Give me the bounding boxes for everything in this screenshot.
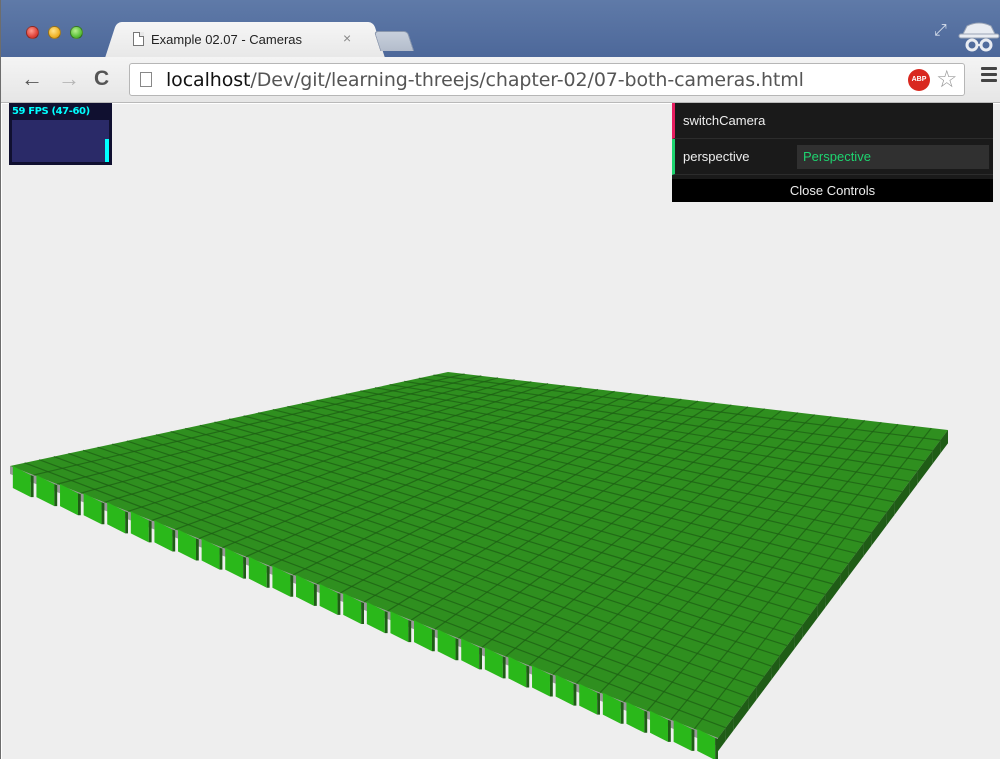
fps-text: 59 FPS (47-60) xyxy=(12,106,90,117)
switch-camera-label: switchCamera xyxy=(683,113,766,128)
cube-side-face xyxy=(172,529,176,552)
address-bar[interactable]: localhost/Dev/git/learning-threejs/chapt… xyxy=(129,63,965,96)
cube-side-face xyxy=(620,701,624,724)
fps-stats-panel[interactable]: 59 FPS (47-60) xyxy=(9,103,112,165)
fps-graph-bar xyxy=(105,139,109,162)
cube-side-face xyxy=(479,647,482,670)
cube-side-face xyxy=(667,719,671,742)
cube-side-face xyxy=(431,629,435,652)
perspective-control: perspective Perspective xyxy=(672,139,993,175)
page-info-icon[interactable] xyxy=(140,72,152,87)
back-button[interactable]: ← xyxy=(21,66,43,92)
page-icon xyxy=(133,32,144,46)
cube-side-face xyxy=(30,475,34,498)
tab-active[interactable]: Example 02.07 - Cameras × xyxy=(119,22,371,57)
cube-side-face xyxy=(337,592,341,615)
forward-button[interactable]: → xyxy=(58,66,80,92)
url-path: /Dev/git/learning-threejs/chapter-02/07-… xyxy=(250,69,804,91)
close-controls-button[interactable]: Close Controls xyxy=(672,179,993,202)
cube-side-face xyxy=(502,656,506,679)
cube-side-face xyxy=(691,728,695,751)
new-tab-button[interactable] xyxy=(373,31,415,51)
reload-button[interactable]: C xyxy=(94,66,109,92)
cube-side-face xyxy=(77,493,81,516)
cube-side-face xyxy=(384,611,388,634)
cube-side-face xyxy=(219,547,223,570)
cube-side-face xyxy=(243,556,246,579)
perspective-input[interactable]: Perspective xyxy=(797,145,989,169)
fullscreen-icon[interactable]: ⤢ xyxy=(934,22,947,40)
minimize-window-button[interactable] xyxy=(48,26,61,39)
switch-camera-control[interactable]: switchCamera xyxy=(672,103,993,139)
fps-graph xyxy=(12,120,109,162)
tab-strip: Example 02.07 - Cameras × ⤢ xyxy=(1,0,1000,57)
cube-side-face xyxy=(715,738,718,759)
cube-side-face xyxy=(573,683,577,706)
url-host: localhost xyxy=(166,69,251,91)
cube-side-face xyxy=(549,674,553,697)
cube-side-face xyxy=(455,638,459,661)
tab-close-icon[interactable]: × xyxy=(343,30,351,46)
cube-side-face xyxy=(101,502,105,525)
cube-side-face xyxy=(54,484,58,507)
cube-side-face xyxy=(644,710,648,733)
cube-side-face xyxy=(266,565,270,588)
bookmark-star-icon[interactable]: ☆ xyxy=(936,65,958,94)
cube-side-face xyxy=(313,583,317,606)
browser-toolbar: ← → C localhost/Dev/git/learning-threejs… xyxy=(1,57,1000,103)
menu-icon[interactable] xyxy=(981,67,997,83)
cube-side-face xyxy=(361,602,364,624)
zoom-window-button[interactable] xyxy=(70,26,83,39)
incognito-icon xyxy=(958,22,1000,52)
cube-side-face xyxy=(148,520,152,543)
cube-side-face xyxy=(290,574,294,597)
cube-side-face xyxy=(597,692,600,715)
cube-side-face xyxy=(408,620,412,643)
webgl-viewport[interactable] xyxy=(2,104,1000,759)
browser-window: Example 02.07 - Cameras × ⤢ ← → C localh… xyxy=(0,0,1000,759)
cube-grid-scene xyxy=(10,372,948,759)
cube-side-face xyxy=(526,665,530,688)
close-window-button[interactable] xyxy=(26,26,39,39)
tab-title: Example 02.07 - Cameras xyxy=(151,32,303,47)
adblock-icon[interactable]: ABP xyxy=(908,69,930,91)
cube-side-face xyxy=(195,538,199,561)
dat-gui-panel: switchCamera perspective Perspective Clo… xyxy=(672,103,993,202)
url-text[interactable]: localhost/Dev/git/learning-threejs/chapt… xyxy=(166,69,804,91)
cube-side-face xyxy=(125,511,128,534)
perspective-label: perspective xyxy=(683,149,750,164)
